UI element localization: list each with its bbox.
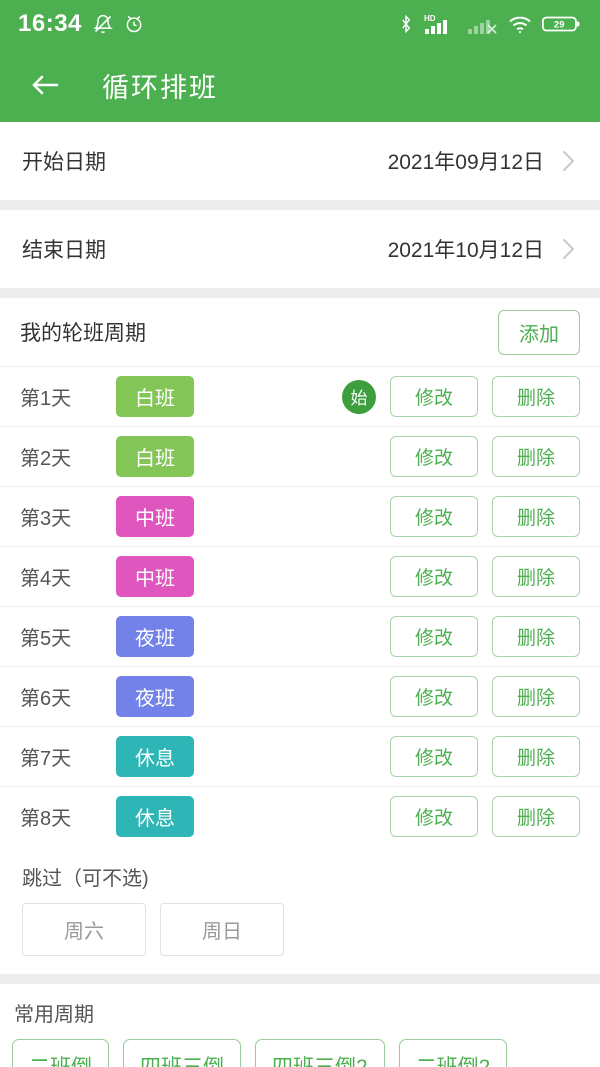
shift-type-badge: 中班 [116,556,194,597]
presets-card: 常用周期 二班倒四班三倒四班三倒2 二班倒2 [0,984,600,1067]
skip-option-saturday[interactable]: 周六 [22,903,146,956]
chevron-right-icon [560,234,578,264]
table-row: 第3天 中班 始修改删除 [0,486,600,546]
edit-button[interactable]: 修改 [390,556,478,597]
edit-button[interactable]: 修改 [390,496,478,537]
delete-button[interactable]: 删除 [492,676,580,717]
preset-chip[interactable]: 四班三倒2 [255,1039,385,1067]
status-bar-left: 16:34 [18,10,144,38]
shift-type-badge: 白班 [116,436,194,477]
day-label: 第3天 [20,508,72,530]
delete-button[interactable]: 删除 [492,796,580,837]
delete-button[interactable]: 删除 [492,616,580,657]
shift-type-badge: 白班 [116,376,194,417]
bell-muted-icon [92,14,113,34]
hd-signal-icon: HD [424,13,458,35]
presets-chip-row: 二班倒四班三倒四班三倒2 二班倒2 [12,1039,600,1067]
preset-chip[interactable]: 四班三倒 [123,1039,241,1067]
presets-title: 常用周期 [14,1004,94,1026]
table-row: 第8天 休息 始修改删除 [0,786,600,846]
preset-chip[interactable]: 二班倒 [12,1039,109,1067]
add-shift-button[interactable]: 添加 [498,309,580,355]
shift-type-badge: 休息 [116,796,194,837]
shift-type-badge: 夜班 [116,616,194,657]
day-label: 第6天 [20,688,72,710]
day-label: 第5天 [20,628,72,650]
svg-text:HD: HD [424,14,436,23]
end-date-value: 2021年10月12日 [387,239,544,262]
delete-button[interactable]: 删除 [492,736,580,777]
app-bar: 循环排班 [0,48,600,122]
table-row: 第4天 中班 始修改删除 [0,546,600,606]
skip-card: 跳过（可不选) 周六 周日 [0,846,600,974]
table-row: 第7天 休息 始修改删除 [0,726,600,786]
start-marker-badge: 始 [342,379,376,414]
status-bar: 16:34 HD 29 [0,0,600,48]
row-actions: 始修改删除 [342,676,580,717]
row-actions: 始修改删除 [342,796,580,837]
edit-button[interactable]: 修改 [390,616,478,657]
cycle-title: 我的轮班周期 [20,322,146,345]
shift-type-badge: 休息 [116,736,194,777]
edit-button[interactable]: 修改 [390,676,478,717]
day-label: 第4天 [20,568,72,590]
delete-button[interactable]: 删除 [492,436,580,477]
day-label: 第8天 [20,808,72,830]
delete-button[interactable]: 删除 [492,376,580,417]
day-label: 第1天 [20,388,72,410]
table-row: 第2天 白班 始修改删除 [0,426,600,486]
skip-option-sunday[interactable]: 周日 [160,903,284,956]
skip-title: 跳过（可不选) [22,868,149,890]
table-row: 第1天 白班 始修改 删除 [0,366,600,426]
wifi-icon [508,14,532,34]
delete-button[interactable]: 删除 [492,556,580,597]
edit-button[interactable]: 修改 [390,736,478,777]
table-row: 第5天 夜班 始修改删除 [0,606,600,666]
row-actions: 始修改删除 [342,556,580,597]
signal-off-icon [468,13,498,35]
start-date-card: 开始日期 2021年09月12日 [0,122,600,200]
start-date-row[interactable]: 开始日期 2021年09月12日 [0,122,600,200]
table-row: 第6天 夜班 始修改删除 [0,666,600,726]
battery-icon: 29 [541,13,582,35]
delete-button[interactable]: 删除 [492,496,580,537]
skip-options: 周六 周日 [22,903,578,956]
alarm-clock-icon [124,14,144,34]
end-date-row[interactable]: 结束日期 2021年10月12日 [0,210,600,288]
row-actions: 始修改删除 [342,436,580,477]
row-actions: 始修改删除 [342,736,580,777]
day-label: 第7天 [20,748,72,770]
row-actions: 始修改删除 [342,376,580,417]
start-date-label: 开始日期 [22,151,106,174]
row-actions: 始修改删除 [342,616,580,657]
row-actions: 始修改删除 [342,496,580,537]
end-date-label: 结束日期 [22,239,106,262]
cycle-header-card: 我的轮班周期 添加 [0,298,600,366]
chevron-right-icon [560,146,578,176]
cycle-header: 我的轮班周期 添加 [0,298,600,366]
preset-chip[interactable]: 二班倒2 [398,1039,508,1067]
page-title: 循环排班 [102,72,218,103]
bluetooth-icon [398,14,414,34]
back-button[interactable] [24,64,66,106]
edit-button[interactable]: 修改 [390,796,478,837]
shift-type-badge: 中班 [116,496,194,537]
app-screen: 16:34 HD 29 循环排班 开始日期 2021年09月12日 结束日期 2… [0,0,600,1067]
edit-button[interactable]: 修改 [390,436,478,477]
edit-button[interactable]: 修改 [390,376,478,417]
battery-level-text: 29 [554,20,565,31]
status-time: 16:34 [18,10,82,37]
start-date-value: 2021年09月12日 [387,151,544,174]
day-label: 第2天 [20,448,72,470]
shift-day-list: 第1天白班始修改删除第2天白班始修改删除第3天中班始修改删除第4天中班始修改删除… [0,366,600,846]
end-date-card: 结束日期 2021年10月12日 [0,210,600,288]
back-arrow-icon [29,71,61,99]
status-bar-right: HD 29 [398,13,582,35]
shift-type-badge: 夜班 [116,676,194,717]
